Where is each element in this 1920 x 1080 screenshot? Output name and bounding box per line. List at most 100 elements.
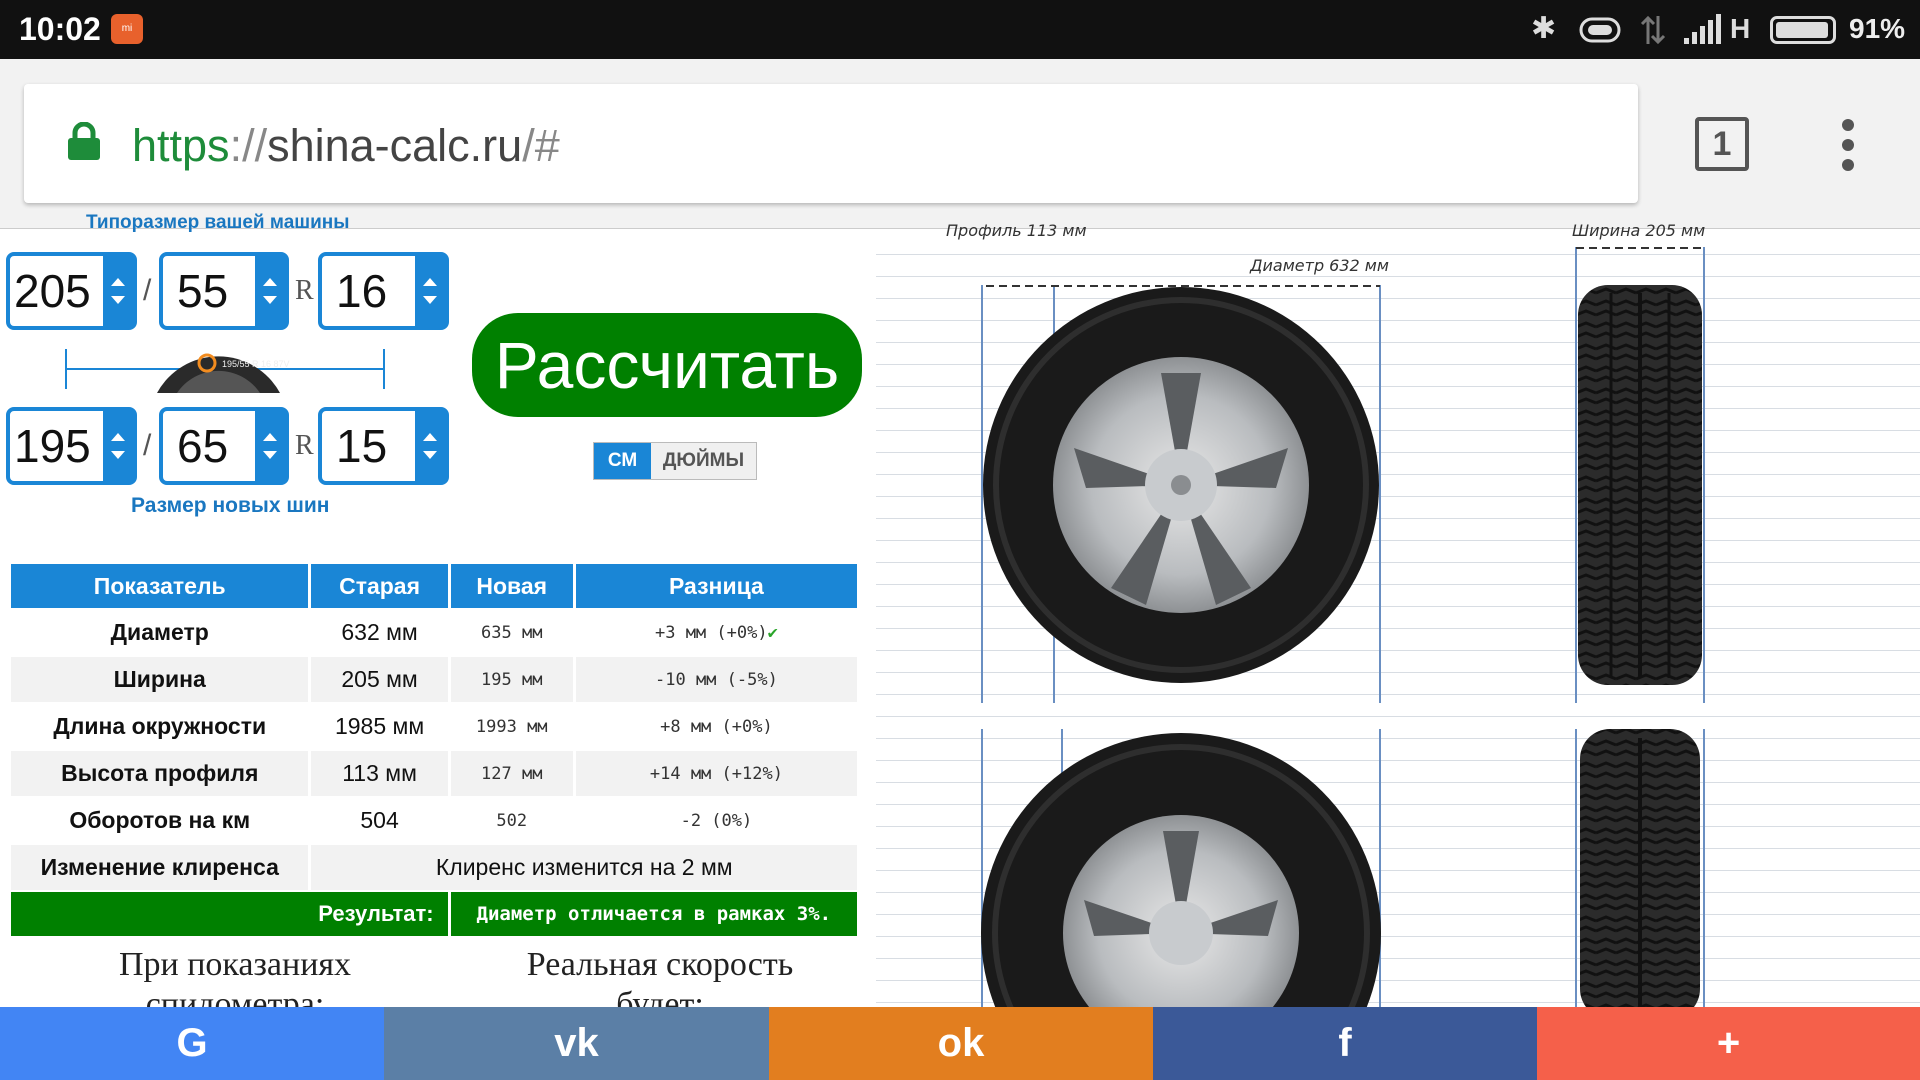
old-profile-stepper[interactable]: 55 [159, 252, 289, 330]
slash-separator: / [143, 429, 152, 462]
row-old: 1985 мм [334, 713, 425, 739]
browser-toolbar: https://shina-calc.ru/# 1 [0, 59, 1920, 229]
result-value: Диаметр отличается в рамках 3%. [450, 892, 857, 936]
battery-icon [1770, 16, 1836, 44]
old-diameter-stepper[interactable]: 16 [318, 252, 449, 330]
stepper-arrows-icon[interactable] [103, 411, 133, 481]
table-row: Длина окружности 1985 мм 1993 мм +8 мм (… [11, 704, 857, 749]
tire-side-view-new [981, 733, 1381, 1007]
clearance-value: Клиренс изменится на 2 мм [311, 845, 857, 890]
facebook-icon: f [1338, 1021, 1352, 1065]
share-bar: G vk ok f + [0, 1007, 1920, 1080]
google-share-button[interactable]: G [0, 1007, 384, 1080]
result-row: Результат: Диаметр отличается в рамках 3… [11, 892, 857, 936]
url-host: shina-calc.ru [267, 120, 523, 171]
row-new: 502 [496, 810, 528, 831]
table-row: Высота профиля 113 мм 127 мм +14 мм (+12… [11, 751, 857, 796]
row-label: Оборотов на км [69, 807, 251, 833]
speedo-left-heading: При показаниях спидометра: [118, 946, 352, 1007]
new-profile-stepper[interactable]: 65 [159, 407, 289, 485]
row-old: 113 мм [311, 751, 448, 796]
more-share-button[interactable]: + [1537, 1007, 1920, 1080]
new-width-stepper[interactable]: 195 [6, 407, 137, 485]
header-diff: Разница [575, 564, 857, 608]
url-separator: :// [229, 120, 268, 171]
header-old: Старая [311, 564, 448, 608]
url-protocol: https [132, 120, 230, 171]
slash-separator: / [143, 274, 152, 307]
stepper-arrows-icon[interactable] [255, 256, 285, 326]
tire-diagram [981, 247, 1705, 1007]
table-row: Оборотов на км 504 502 -2 (0%) [11, 798, 857, 843]
data-transfer-icon [1640, 15, 1666, 45]
row-new: 127 мм [450, 751, 573, 796]
row-old: 632 мм [341, 619, 418, 645]
table-row: Диаметр 632 мм 635 мм +3 мм (+0%)✔ [11, 610, 857, 655]
tab-switcher-button[interactable]: 1 [1695, 117, 1749, 171]
comparison-table: Показатель Старая Новая Разница Диаметр … [8, 562, 860, 938]
old-width-stepper[interactable]: 205 [6, 252, 137, 330]
clearance-label: Изменение клиренса [11, 845, 309, 890]
unit-cm-button[interactable]: СМ [594, 443, 651, 479]
row-new: 635 мм [481, 622, 543, 643]
row-diff: +3 мм (+0%)✔ [576, 610, 857, 655]
speedometer-section: При показаниях спидометра: Реальная скор… [0, 945, 870, 1007]
old-width-value: 205 [14, 265, 91, 317]
tire-marking-text: 195/55 R 16 87V [222, 359, 290, 369]
signal-icon [1684, 14, 1721, 44]
overflow-menu-button[interactable] [1842, 119, 1854, 179]
unit-toggle: СМ ДЮЙМЫ [593, 442, 757, 480]
row-old: 504 [360, 807, 399, 833]
row-label: Диаметр [110, 619, 209, 645]
header-new: Новая [450, 564, 573, 608]
new-diameter-stepper[interactable]: 15 [318, 407, 449, 485]
row-diff: +14 мм (+12%) [575, 751, 857, 796]
vk-icon: vk [554, 1021, 599, 1065]
odnoklassniki-icon: ok [937, 1021, 985, 1065]
stepper-arrows-icon[interactable] [415, 411, 445, 481]
bluetooth-icon: ✱ [1531, 12, 1557, 45]
row-label: Высота профиля [11, 751, 309, 796]
current-size-label: Типоразмер вашей машины [86, 212, 350, 233]
vk-share-button[interactable]: vk [384, 1007, 769, 1080]
google-icon: G [176, 1021, 208, 1065]
row-diff: -2 (0%) [680, 810, 753, 831]
battery-percent: 91% [1849, 13, 1906, 44]
vibrate-icon [1579, 17, 1621, 43]
stepper-arrows-icon[interactable] [415, 256, 445, 326]
stepper-arrows-icon[interactable] [103, 256, 133, 326]
new-size-label: Размер новых шин [131, 494, 330, 517]
new-profile-value: 65 [177, 420, 229, 472]
row-diff: +8 мм (+0%) [660, 716, 773, 737]
row-new: 1993 мм [475, 716, 548, 737]
clearance-row: Изменение клиренса Клиренс изменится на … [11, 845, 857, 890]
address-bar[interactable]: https://shina-calc.ru/# [24, 84, 1638, 203]
stepper-arrows-icon[interactable] [255, 411, 285, 481]
row-label: Ширина [11, 657, 309, 702]
speedo-right-heading: Реальная скорость будет: [526, 946, 794, 1007]
table-header-row: Показатель Старая Новая Разница [11, 564, 857, 608]
check-icon: ✔ [767, 622, 778, 643]
odnoklassniki-share-button[interactable]: ok [769, 1007, 1153, 1080]
tire-side-view-old [983, 287, 1379, 683]
radius-letter: R [295, 430, 314, 461]
row-new: 195 мм [450, 657, 573, 702]
calculate-button[interactable]: Рассчитать [472, 313, 862, 417]
new-width-value: 195 [14, 420, 91, 472]
mi-app-icon: mi [111, 14, 143, 44]
url-tail: /# [522, 120, 560, 171]
new-diameter-value: 15 [336, 420, 388, 472]
header-indicator: Показатель [11, 564, 309, 608]
network-type: H [1730, 13, 1751, 44]
facebook-share-button[interactable]: f [1153, 1007, 1537, 1080]
result-label: Результат: [11, 892, 448, 936]
row-diff: -10 мм (-5%) [575, 657, 857, 702]
unit-inches-button[interactable]: ДЮЙМЫ [651, 443, 756, 479]
tire-width-illustration: 195/55 R 16 87V [65, 349, 385, 393]
row-diff-value: +3 мм (+0%) [654, 622, 768, 643]
old-profile-value: 55 [177, 265, 229, 317]
table-row: Ширина 205 мм 195 мм -10 мм (-5%) [11, 657, 857, 702]
row-old: 205 мм [311, 657, 448, 702]
status-bar: 10:02 mi ✱ H 91% [0, 0, 1920, 59]
plus-icon: + [1716, 1021, 1741, 1065]
